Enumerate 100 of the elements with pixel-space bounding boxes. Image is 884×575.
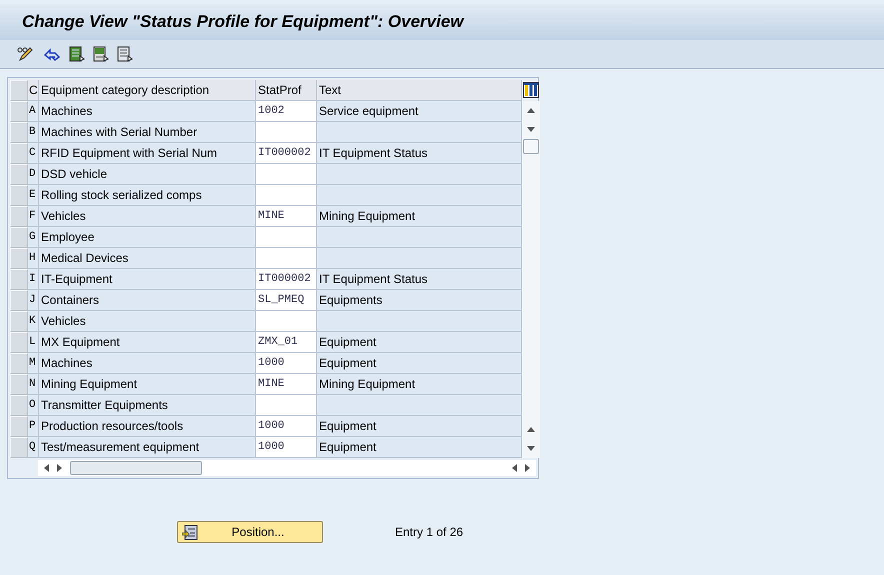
input-field[interactable] [256, 164, 317, 185]
row-selector[interactable] [10, 374, 28, 395]
input-field[interactable]: SL_PMEQ [256, 290, 317, 311]
vertical-scrollbar[interactable] [522, 101, 540, 458]
row-selector[interactable] [10, 437, 28, 458]
input-field[interactable]: MINE [256, 206, 317, 227]
column-settings-icon[interactable] [523, 82, 539, 98]
table-cell: Vehicles [39, 206, 256, 227]
row-selector[interactable] [10, 290, 28, 311]
table-cell: N [28, 374, 39, 395]
scroll-left-icon[interactable] [44, 464, 49, 472]
table-cell: Q [28, 437, 39, 458]
scroll-up-icon[interactable] [527, 427, 535, 432]
input-field[interactable]: ZMX_01 [256, 332, 317, 353]
input-field[interactable] [256, 395, 317, 416]
row-selector[interactable] [10, 353, 28, 374]
pencil-glasses-icon[interactable] [17, 46, 35, 62]
document-icon[interactable] [117, 46, 133, 62]
column-header[interactable]: Equipment category description [39, 80, 256, 101]
row-selector[interactable] [10, 101, 28, 122]
row-selector[interactable] [10, 122, 28, 143]
table-cell: Machines [39, 101, 256, 122]
table-cell: Rolling stock serialized comps [39, 185, 256, 206]
table-cell: IT Equipment Status [317, 269, 522, 290]
table-cell: Vehicles [39, 311, 256, 332]
position-button[interactable]: Position... [177, 521, 323, 543]
table-cell: P [28, 416, 39, 437]
input-field[interactable]: 1000 [256, 353, 317, 374]
table-cell: O [28, 395, 39, 416]
row-selector[interactable] [10, 248, 28, 269]
table-cell: K [28, 311, 39, 332]
table-cell: F [28, 206, 39, 227]
table-cell: Test/measurement equipment [39, 437, 256, 458]
input-field[interactable] [256, 248, 317, 269]
table-cell: Mining Equipment [317, 374, 522, 395]
table-cell: I [28, 269, 39, 290]
table-cell: D [28, 164, 39, 185]
input-field[interactable] [256, 122, 317, 143]
scroll-down-icon[interactable] [527, 127, 535, 132]
table-cell: Containers [39, 290, 256, 311]
document-header-icon[interactable] [93, 46, 109, 62]
row-selector[interactable] [10, 185, 28, 206]
input-field[interactable]: 1002 [256, 101, 317, 122]
table-cell: J [28, 290, 39, 311]
table-cell: DSD vehicle [39, 164, 256, 185]
input-field[interactable] [256, 185, 317, 206]
scroll-down-icon[interactable] [527, 446, 535, 451]
input-field[interactable]: 1000 [256, 416, 317, 437]
table-cell: Production resources/tools [39, 416, 256, 437]
input-field[interactable]: IT000002 [256, 269, 317, 290]
table-cell: IT-Equipment [39, 269, 256, 290]
input-field[interactable]: MINE [256, 374, 317, 395]
table-cell: G [28, 227, 39, 248]
input-field[interactable]: IT000002 [256, 143, 317, 164]
table-cell: B [28, 122, 39, 143]
table-cell: M [28, 353, 39, 374]
table-cell: Mining Equipment [317, 206, 522, 227]
table-cell: Equipments [317, 290, 522, 311]
row-selector[interactable] [10, 269, 28, 290]
row-selector[interactable] [10, 416, 28, 437]
horizontal-scrollbar[interactable] [38, 460, 536, 476]
table-cell: IT Equipment Status [317, 143, 522, 164]
row-selector[interactable] [10, 311, 28, 332]
row-selector[interactable] [10, 332, 28, 353]
list-document-icon[interactable] [69, 46, 85, 62]
table-cell: MX Equipment [39, 332, 256, 353]
select-all-button[interactable] [10, 80, 28, 101]
table-cell: Equipment [317, 416, 522, 437]
scroll-thumb[interactable] [70, 461, 202, 475]
row-selector[interactable] [10, 227, 28, 248]
column-header[interactable]: Text [317, 80, 522, 101]
table-cell: E [28, 185, 39, 206]
table-cell: Employee [39, 227, 256, 248]
table-cell: C [28, 143, 39, 164]
column-header[interactable]: StatProf [256, 80, 317, 101]
input-field[interactable]: 1000 [256, 437, 317, 458]
undo-arrow-icon[interactable] [43, 46, 61, 62]
row-selector[interactable] [10, 164, 28, 185]
window-title: Change View "Status Profile for Equipment": Overview [22, 12, 464, 32]
scroll-right-icon[interactable] [57, 464, 62, 472]
table-cell: Equipment [317, 332, 522, 353]
table-cell: Equipment [317, 353, 522, 374]
table-cell: RFID Equipment with Serial Num [39, 143, 256, 164]
row-selector[interactable] [10, 206, 28, 227]
scroll-thumb[interactable] [523, 139, 539, 154]
table-cell: Mining Equipment [39, 374, 256, 395]
input-field[interactable] [256, 227, 317, 248]
scroll-up-icon[interactable] [527, 108, 535, 113]
scroll-right-icon[interactable] [525, 464, 530, 472]
table-cell: A [28, 101, 39, 122]
position-icon [182, 524, 198, 540]
input-field[interactable] [256, 311, 317, 332]
column-header[interactable]: C [28, 80, 39, 101]
table-cell: Service equipment [317, 101, 522, 122]
entry-count-text: Entry 1 of 26 [395, 525, 464, 539]
row-selector[interactable] [10, 395, 28, 416]
row-selector[interactable] [10, 143, 28, 164]
scroll-left-icon[interactable] [512, 464, 517, 472]
table-cell: Equipment [317, 437, 522, 458]
table-cell: H [28, 248, 39, 269]
